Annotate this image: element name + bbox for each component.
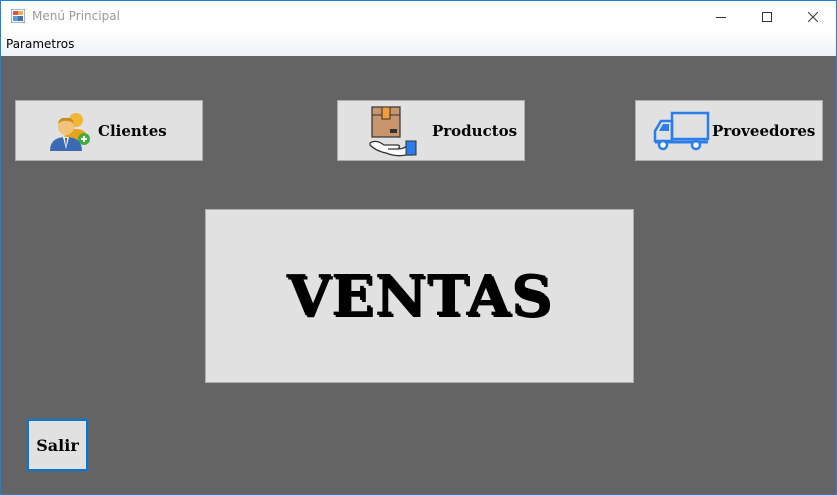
ventas-button[interactable]: VENTAS [205, 209, 634, 383]
box-hand-icon [369, 106, 417, 157]
menu-item-parametros[interactable]: Parametros [6, 37, 74, 51]
truck-icon [653, 111, 710, 151]
clientes-button[interactable]: Clientes [15, 100, 203, 161]
close-button[interactable] [790, 1, 836, 32]
salir-label: Salir [36, 435, 79, 455]
ventas-label: VENTAS [286, 263, 553, 329]
maximize-button[interactable] [744, 1, 790, 32]
title-bar[interactable]: Menú Principal [1, 1, 836, 32]
productos-button[interactable]: Productos [337, 100, 525, 161]
users-icon [50, 113, 90, 151]
window-title: Menú Principal [32, 9, 120, 23]
salir-button[interactable]: Salir [27, 419, 88, 471]
minimize-button[interactable] [698, 1, 744, 32]
clientes-label: Clientes [98, 122, 167, 140]
close-icon [808, 11, 818, 22]
main-window: Menú Principal Parametros Clientes Produ… [0, 0, 837, 495]
app-icon [11, 9, 25, 23]
proveedores-label: Proveedores [712, 122, 816, 140]
maximize-icon [762, 11, 772, 22]
productos-label: Productos [432, 122, 518, 140]
proveedores-button[interactable]: Proveedores [635, 100, 823, 161]
menu-bar: Parametros [1, 32, 836, 56]
minimize-icon [716, 16, 726, 18]
